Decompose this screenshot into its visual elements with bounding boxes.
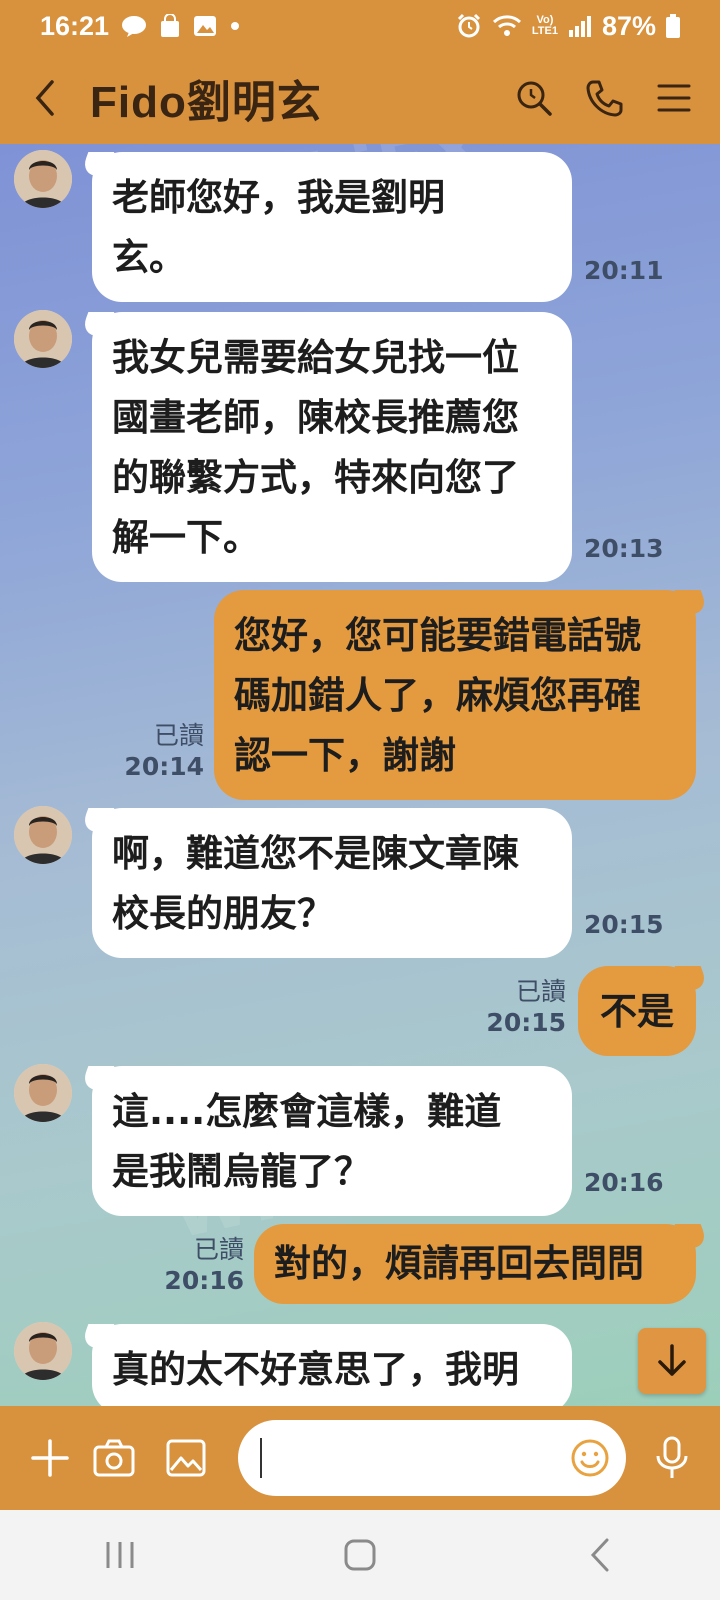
contact-avatar[interactable]	[14, 1322, 72, 1380]
voice-message-button[interactable]	[640, 1426, 704, 1490]
home-icon	[344, 1539, 376, 1571]
incoming-message-bubble[interactable]: 真的太不好意思了，我明	[92, 1324, 572, 1406]
phone-icon	[586, 80, 623, 117]
chat-title: Fido劉明玄	[90, 78, 322, 127]
read-receipt: 已讀 20:16	[164, 1235, 244, 1295]
status-time: 16:21	[40, 10, 110, 41]
battery-percent: 87%	[601, 10, 656, 41]
message-timestamp: 20:16	[584, 1168, 664, 1197]
mic-icon	[656, 1436, 688, 1478]
contact-avatar[interactable]	[14, 150, 72, 208]
alarm-icon	[456, 13, 482, 39]
message-timestamp: 20:13	[584, 534, 664, 563]
shopping-bag-icon	[159, 14, 181, 38]
plus-icon	[31, 1439, 69, 1477]
incoming-message-bubble[interactable]: 這....怎麼會這樣，難道 是我鬧烏龍了？	[92, 1066, 572, 1216]
more-notifications-dot-icon	[229, 20, 241, 32]
camera-button[interactable]	[82, 1426, 146, 1490]
back-arrow-icon	[590, 1538, 609, 1572]
menu-button[interactable]	[650, 74, 698, 122]
message-timestamp: 20:15	[584, 910, 664, 939]
outgoing-message-bubble[interactable]: 對的，煩請再回去問問	[254, 1224, 696, 1304]
recent-apps-icon	[106, 1542, 134, 1568]
outgoing-message-bubble[interactable]: 不是	[578, 966, 696, 1056]
wifi-icon	[492, 14, 522, 38]
status-bar: 16:21 Vo) LTE1 87%	[0, 0, 720, 52]
camera-icon	[93, 1439, 135, 1477]
read-receipt: 已讀 20:14	[124, 721, 204, 781]
text-caret	[260, 1438, 262, 1478]
network-type-label: Vo) LTE1	[531, 14, 558, 37]
emoji-button[interactable]	[570, 1438, 610, 1478]
message-input-bar	[0, 1406, 720, 1510]
contact-avatar[interactable]	[14, 806, 72, 864]
outgoing-message-bubble[interactable]: 您好，您可能要錯電話號 碼加錯人了，麻煩您再確 認一下，謝謝	[214, 590, 696, 800]
chat-messages-area[interactable]: WikiFX WikiFX WikiFX WikiFX 老師您好，我是劉明 玄。…	[0, 144, 720, 1406]
emoji-icon	[571, 1439, 609, 1477]
signal-icon	[568, 14, 592, 38]
home-button[interactable]	[320, 1525, 400, 1585]
line-notification-icon	[121, 15, 147, 37]
chevron-left-icon	[35, 80, 54, 116]
message-input[interactable]	[238, 1420, 626, 1496]
image-icon	[166, 1439, 206, 1477]
incoming-message-bubble[interactable]: 我女兒需要給女兒找一位 國畫老師，陳校長推薦您 的聯繫方式，特來向您了 解一下。	[92, 312, 572, 582]
read-receipt: 已讀 20:15	[486, 977, 566, 1037]
arrow-down-icon	[658, 1344, 686, 1376]
back-button[interactable]	[0, 52, 90, 144]
message-timestamp: 20:11	[584, 256, 664, 285]
contact-avatar[interactable]	[14, 310, 72, 368]
system-back-button[interactable]	[560, 1525, 640, 1585]
gallery-notification-icon	[193, 15, 217, 37]
incoming-message-bubble[interactable]: 啊，難道您不是陳文章陳 校長的朋友？	[92, 808, 572, 958]
contact-avatar[interactable]	[14, 1064, 72, 1122]
incoming-message-bubble[interactable]: 老師您好，我是劉明 玄。	[92, 152, 572, 302]
chat-header: Fido劉明玄	[0, 52, 720, 144]
call-button[interactable]	[580, 74, 628, 122]
battery-icon	[666, 14, 680, 38]
recent-apps-button[interactable]	[80, 1525, 160, 1585]
image-picker-button[interactable]	[154, 1426, 218, 1490]
search-icon	[517, 81, 552, 116]
add-attachment-button[interactable]	[18, 1426, 82, 1490]
menu-icon	[657, 84, 691, 112]
search-button[interactable]	[510, 74, 558, 122]
scroll-to-bottom-button[interactable]	[638, 1328, 706, 1394]
system-navigation-bar	[0, 1510, 720, 1600]
